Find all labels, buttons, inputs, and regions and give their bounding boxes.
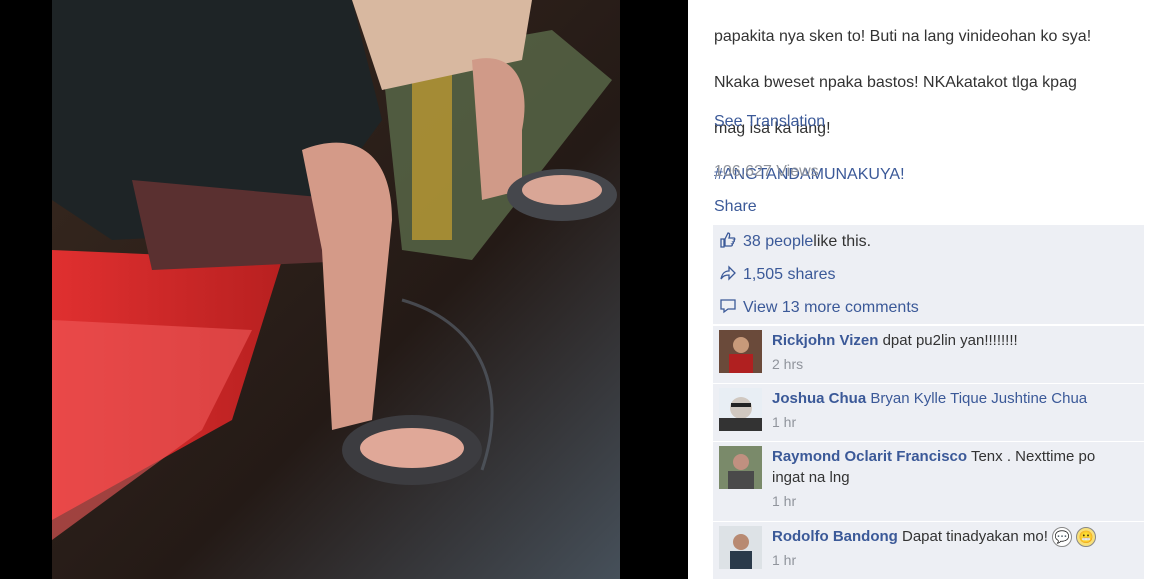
- avatar[interactable]: [719, 330, 762, 373]
- view-more-comments-row: View 13 more comments: [713, 291, 1144, 325]
- avatar[interactable]: [719, 446, 762, 489]
- grimace-emoticon-icon: 😬: [1076, 527, 1097, 548]
- speech-bubble-icon: [718, 298, 738, 318]
- comment-time[interactable]: 2 hrs: [772, 354, 1018, 375]
- avatar[interactable]: [719, 388, 762, 431]
- video-still: [52, 0, 620, 579]
- comment-author[interactable]: Joshua Chua: [772, 390, 866, 407]
- comment-author[interactable]: Raymond Oclarit Francisco: [772, 448, 967, 465]
- view-count: 106,627 Views: [714, 163, 819, 180]
- thumbs-up-icon: [718, 231, 738, 252]
- speech-emoticon-icon: 💬: [1052, 527, 1073, 548]
- caption-line: papakita nya sken to! Buti na lang vinid…: [714, 28, 1092, 45]
- view-more-comments-link[interactable]: View 13 more comments: [743, 299, 919, 317]
- likes-suffix: like this.: [813, 232, 872, 250]
- avatar[interactable]: [719, 526, 762, 569]
- video-player[interactable]: [52, 0, 620, 579]
- comment-author[interactable]: Rodolfo Bandong: [772, 528, 898, 545]
- comment-author[interactable]: Rickjohn Vizen: [772, 332, 878, 349]
- comment-tags[interactable]: Bryan Kylle Tique Jushtine Chua: [870, 390, 1087, 407]
- shares-row: 1,505 shares: [713, 258, 1144, 292]
- comment-item: Joshua Chua Bryan Kylle Tique Jushtine C…: [713, 383, 1144, 441]
- comment-time[interactable]: 1 hr: [772, 550, 1096, 571]
- post-sidebar: papakita nya sken to! Buti na lang vinid…: [688, 0, 1170, 579]
- comment-item: Rodolfo Bandong Dapat tinadyakan mo! 💬 😬…: [713, 521, 1144, 579]
- likes-row: 38 people like this.: [713, 225, 1144, 259]
- see-translation-link[interactable]: See Translation: [714, 113, 825, 131]
- comment-item: Rickjohn Vizen dpat pu2lin yan!!!!!!!! 2…: [713, 325, 1144, 383]
- comment-time[interactable]: 1 hr: [772, 412, 1087, 433]
- share-arrow-icon: [718, 264, 738, 285]
- share-link[interactable]: Share: [714, 198, 757, 216]
- video-area: [0, 0, 688, 579]
- comment-text: dpat pu2lin yan!!!!!!!!: [882, 332, 1018, 349]
- comment-item: Raymond Oclarit Francisco Tenx . Nexttim…: [713, 441, 1144, 521]
- comment-time[interactable]: 1 hr: [772, 491, 1122, 512]
- caption-line: Nkaka bweset npaka bastos! NKAkatakot tl…: [714, 74, 1077, 91]
- likes-link[interactable]: 38 people: [743, 233, 813, 251]
- comment-text: Dapat tinadyakan mo!: [901, 528, 1048, 545]
- shares-link[interactable]: 1,505 shares: [743, 266, 836, 284]
